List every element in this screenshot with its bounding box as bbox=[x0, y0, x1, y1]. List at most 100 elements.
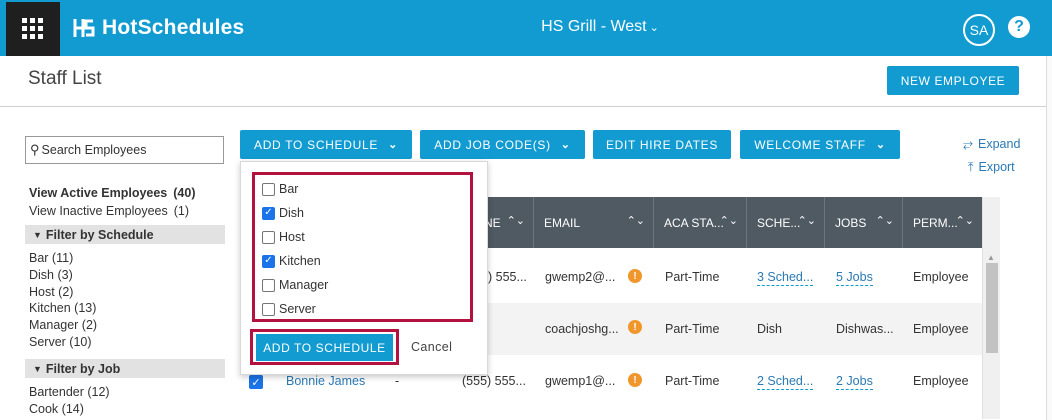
user-avatar[interactable]: SA bbox=[963, 14, 995, 46]
permission-cell: Employee bbox=[913, 374, 969, 388]
hotschedules-logo[interactable]: HotSchedules bbox=[72, 14, 244, 42]
option-label: Server bbox=[279, 302, 316, 316]
option-label: Bar bbox=[279, 182, 299, 196]
welcome-staff-label: WELCOME STAFF bbox=[754, 137, 866, 152]
schedule-filter-item[interactable]: Host (2) bbox=[29, 284, 97, 301]
job-filter-item[interactable]: Cook (14) bbox=[29, 401, 110, 418]
schedule-filter-item[interactable]: Kitchen (13) bbox=[29, 300, 97, 317]
add-to-schedule-menu-button[interactable]: ADD TO SCHEDULE ⌄ bbox=[240, 130, 412, 159]
schedule-filter-list: Bar (11) Dish (3) Host (2) Kitchen (13) … bbox=[29, 250, 97, 351]
schedule-option-kitchen[interactable]: ✓ Kitchen bbox=[262, 253, 321, 269]
help-icon[interactable]: ? bbox=[1008, 16, 1030, 38]
column-header-email[interactable]: EMAIL ⌃⌄ bbox=[534, 197, 654, 248]
schedule-option-server[interactable]: Server bbox=[262, 301, 316, 317]
app-grid-icon[interactable] bbox=[6, 2, 60, 56]
checkbox-checked[interactable]: ✓ bbox=[262, 206, 275, 220]
job-filter-item[interactable]: Bartender (12) bbox=[29, 384, 110, 401]
column-label: ACA STA... bbox=[664, 215, 724, 230]
export-link[interactable]: ⤒ Export bbox=[968, 160, 1015, 175]
checkbox-checked[interactable]: ✓ bbox=[262, 254, 275, 268]
active-count: (40) bbox=[173, 186, 196, 200]
export-label: Export bbox=[978, 160, 1015, 174]
expand-label: Expand bbox=[978, 137, 1021, 151]
email-cell: gwemp1@... bbox=[545, 374, 616, 388]
employee-name-link[interactable]: Bonnie James bbox=[286, 374, 365, 388]
schedule-option-host[interactable]: Host bbox=[262, 229, 305, 245]
permission-cell: Employee bbox=[913, 270, 969, 284]
search-placeholder: Search Employees bbox=[41, 143, 147, 157]
edit-hire-dates-button[interactable]: EDIT HIRE DATES bbox=[593, 130, 731, 159]
schedule-link[interactable]: 3 Sched... bbox=[757, 270, 814, 286]
checkbox[interactable] bbox=[262, 278, 275, 292]
schedule-filter-item[interactable]: Server (10) bbox=[29, 334, 97, 351]
sort-icon: ⌃⌄ bbox=[719, 215, 738, 227]
schedule-filter-item[interactable]: Bar (11) bbox=[29, 250, 97, 267]
location-label: HS Grill - West bbox=[541, 18, 647, 35]
aca-status-cell: Part-Time bbox=[665, 270, 720, 284]
column-label: SCHE... bbox=[757, 215, 801, 230]
expand-link[interactable]: ⥂ Expand bbox=[963, 137, 1020, 152]
view-inactive-employees-link[interactable]: View Inactive Employees (1) bbox=[29, 204, 189, 218]
warning-icon[interactable]: ! bbox=[628, 269, 642, 283]
filter-by-schedule-header[interactable]: ▼ Filter by Schedule bbox=[25, 225, 225, 244]
expand-icon: ⥂ bbox=[963, 137, 974, 151]
sort-icon: ⌃⌄ bbox=[797, 215, 816, 227]
scrollbar-thumb[interactable] bbox=[986, 263, 998, 353]
chevron-down-icon: ⌄ bbox=[875, 139, 886, 151]
column-label: JOBS bbox=[835, 215, 867, 230]
column-label: PERM... bbox=[913, 215, 958, 230]
schedule-option-dish[interactable]: ✓ Dish bbox=[262, 205, 304, 221]
cancel-link[interactable]: Cancel bbox=[411, 340, 452, 354]
brand-name: HotSchedules bbox=[102, 16, 245, 39]
aca-status-cell: Part-Time bbox=[665, 374, 720, 388]
jobs-link[interactable]: 5 Jobs bbox=[836, 270, 873, 286]
checkbox[interactable] bbox=[262, 182, 275, 196]
column-header-jobs[interactable]: JOBS ⌃⌄ bbox=[825, 197, 903, 248]
scroll-up-icon[interactable]: ▲ bbox=[987, 253, 995, 262]
jobs-link[interactable]: 2 Jobs bbox=[836, 374, 873, 390]
add-job-codes-label: ADD JOB CODE(S) bbox=[434, 137, 551, 152]
schedule-cell: Dish bbox=[757, 322, 783, 336]
schedule-filter-item[interactable]: Dish (3) bbox=[29, 267, 97, 284]
inactive-count: (1) bbox=[173, 204, 190, 218]
option-label: Manager bbox=[279, 278, 329, 292]
schedule-link[interactable]: 2 Sched... bbox=[757, 374, 814, 390]
sort-icon: ⌃⌄ bbox=[506, 215, 525, 227]
schedule-option-bar[interactable]: Bar bbox=[262, 181, 298, 197]
search-employees-input[interactable]: ⚲ Search Employees bbox=[25, 136, 224, 164]
column-header-aca-status[interactable]: ACA STA... ⌃⌄ bbox=[654, 197, 747, 248]
location-selector[interactable]: HS Grill - West ⌄ bbox=[520, 18, 680, 36]
add-job-codes-button[interactable]: ADD JOB CODE(S) ⌄ bbox=[420, 130, 585, 159]
search-icon: ⚲ bbox=[30, 142, 40, 157]
triangle-down-icon: ▼ bbox=[33, 229, 42, 240]
option-label: Host bbox=[279, 230, 305, 244]
add-to-schedule-button[interactable]: ADD TO SCHEDULE bbox=[256, 334, 393, 361]
option-label: Dish bbox=[279, 206, 305, 220]
column-header-permission[interactable]: PERM... ⌃⌄ bbox=[903, 197, 982, 248]
view-active-employees-link[interactable]: View Active Employees (40) bbox=[29, 186, 196, 200]
email-cell: coachjoshg... bbox=[545, 322, 619, 336]
sort-icon: ⌃⌄ bbox=[875, 215, 894, 227]
email-cell: gwemp2@... bbox=[545, 270, 616, 284]
page-right-edge bbox=[1046, 56, 1052, 420]
column-header-schedule[interactable]: SCHE... ⌃⌄ bbox=[747, 197, 825, 248]
chevron-down-icon: ⌄ bbox=[388, 139, 398, 151]
checkbox[interactable] bbox=[262, 302, 275, 316]
filter-by-job-header[interactable]: ▼ Filter by Job bbox=[25, 359, 225, 378]
phone-cell: ) 555... bbox=[488, 270, 527, 284]
checkbox[interactable] bbox=[262, 230, 275, 244]
table-scrollbar[interactable]: ▲ bbox=[982, 197, 1000, 419]
add-to-schedule-label: ADD TO SCHEDULE bbox=[253, 137, 379, 152]
filter-job-label: Filter by Job bbox=[45, 361, 121, 376]
warning-icon[interactable]: ! bbox=[628, 320, 642, 334]
hotschedules-logo-icon bbox=[73, 19, 95, 37]
schedule-option-manager[interactable]: Manager bbox=[262, 277, 328, 293]
job-filter-list: Bartender (12) Cook (14) bbox=[29, 384, 110, 418]
dash-cell: - bbox=[395, 374, 400, 388]
welcome-staff-button[interactable]: WELCOME STAFF ⌄ bbox=[740, 130, 900, 159]
new-employee-button[interactable]: NEW EMPLOYEE bbox=[887, 66, 1019, 95]
warning-icon[interactable]: ! bbox=[628, 373, 642, 387]
row-checkbox[interactable]: ✓ bbox=[249, 375, 263, 389]
filter-schedule-label: Filter by Schedule bbox=[45, 227, 154, 242]
schedule-filter-item[interactable]: Manager (2) bbox=[29, 317, 97, 334]
